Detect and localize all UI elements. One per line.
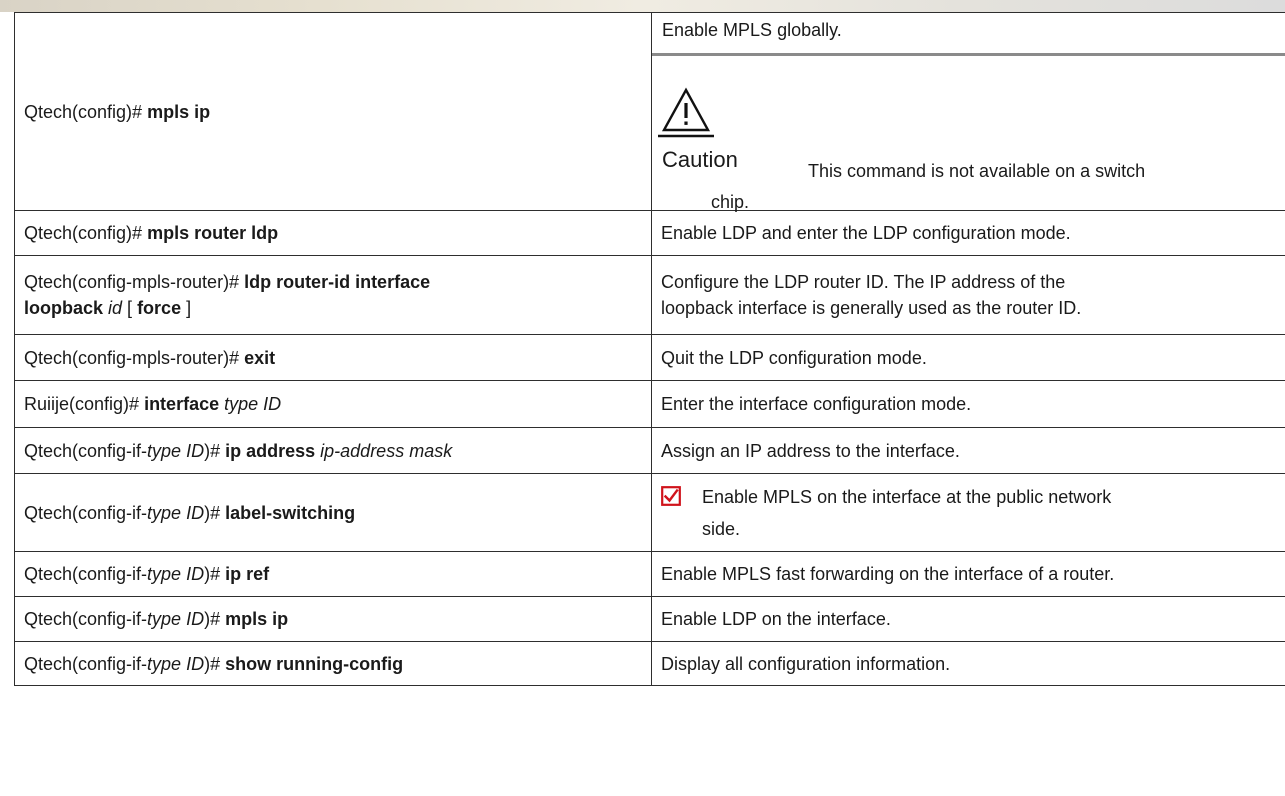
command-cell: Qtech(config-if-type ID)# mpls ip (14, 596, 652, 642)
command-prompt: Qtech(config-if- (24, 653, 148, 674)
caution-message-continued: chip. (711, 192, 750, 212)
command-keyword: interface (144, 394, 220, 414)
table-row: Qtech(config-if-type ID)# show running-c… (14, 641, 1285, 686)
description-cell: Enable LDP on the interface. (651, 596, 1285, 642)
command-cell: Qtech(config-if-type ID)# ip ref (14, 551, 652, 597)
table-row: Qtech(config-if-type ID)# label-switchin… (14, 473, 1285, 552)
command-keyword: ip ref (225, 564, 270, 584)
command-prompt: )# (204, 653, 226, 674)
command-prompt: Qtech(config-if- (24, 440, 148, 461)
description-cell: Enter the interface configuration mode. (651, 380, 1285, 428)
description-cell: Quit the LDP configuration mode. (651, 334, 1285, 381)
command-cell: Qtech(config)# mpls ip (14, 12, 652, 211)
command-keyword: mpls ip (225, 609, 289, 629)
command-keyword: ldp router-id interface (244, 272, 431, 292)
note-cell: Enable MPLS on the interface at the publ… (651, 473, 1285, 552)
checkbox-checked-icon (661, 486, 681, 506)
table-row: Qtech(config)# mpls router ldp Enable LD… (14, 210, 1285, 256)
table-row: Ruiije(config)# interface type ID Enter … (14, 380, 1285, 428)
command-keyword: show running-config (225, 653, 404, 674)
command-cell: Qtech(config-if-type ID)# show running-c… (14, 641, 652, 686)
section-divider (652, 53, 1285, 56)
command-prompt: Qtech(config-if- (24, 609, 148, 629)
note-line: side. (702, 519, 741, 539)
table-row: Qtech(config-mpls-router)# exit Quit the… (14, 334, 1285, 381)
table-row: Qtech(config-mpls-router)# ldp router-id… (14, 255, 1285, 335)
command-prompt: Qtech(config-mpls-router)# (24, 347, 245, 368)
command-prompt: ] (181, 298, 192, 318)
command-argument: type ID (147, 440, 205, 461)
description-line: loopback interface is generally used as … (661, 298, 1082, 318)
description-cell: Configure the LDP router ID. The IP addr… (651, 255, 1285, 335)
note-line: Enable MPLS on the interface at the publ… (702, 487, 1112, 507)
description-cell: Enable MPLS globally. Caution This comma… (651, 12, 1285, 212)
page-header-band (0, 0, 1285, 12)
description-cell: Assign an IP address to the interface. (651, 427, 1285, 474)
command-argument: type ID (224, 394, 282, 414)
command-argument: type ID (147, 653, 205, 674)
command-keyword: mpls ip (147, 101, 211, 122)
command-argument: type ID (147, 564, 205, 584)
command-keyword: force (137, 298, 182, 318)
description-line: Configure the LDP router ID. The IP addr… (661, 272, 1066, 292)
command-cell: Qtech(config-mpls-router)# ldp router-id… (14, 255, 652, 335)
command-prompt: Qtech(config-if- (24, 564, 148, 584)
command-cell: Qtech(config-if-type ID)# label-switchin… (14, 473, 652, 552)
description-cell: Enable MPLS fast forwarding on the inter… (651, 551, 1285, 597)
description-cell: Display all configuration information. (651, 641, 1285, 686)
command-prompt: Qtech(config)# (24, 223, 148, 243)
command-prompt: Qtech(config-if- (24, 502, 148, 523)
command-prompt: )# (204, 502, 226, 523)
command-prompt: Qtech(config-mpls-router)# (24, 272, 245, 292)
command-keyword: mpls router ldp (147, 223, 279, 243)
command-cell: Qtech(config-mpls-router)# exit (14, 334, 652, 381)
command-prompt: Ruiije(config)# (24, 394, 145, 414)
command-argument: type ID (147, 502, 205, 523)
table-row: Qtech(config-if-type ID)# ip ref Enable … (14, 551, 1285, 597)
command-argument: ip-address mask (320, 440, 453, 461)
command-argument: type ID (147, 609, 205, 629)
command-cell: Qtech(config-if-type ID)# ip address ip-… (14, 427, 652, 474)
table-row: Qtech(config-if-type ID)# ip address ip-… (14, 427, 1285, 474)
command-cell: Qtech(config)# mpls router ldp (14, 210, 652, 256)
description-cell: Enable LDP and enter the LDP configurati… (651, 210, 1285, 256)
command-prompt: )# (204, 564, 226, 584)
command-argument: id (108, 298, 123, 318)
warning-icon (658, 87, 714, 138)
table-row: Qtech(config)# mpls ip Enable MPLS globa… (14, 12, 1285, 212)
command-keyword: loopback (24, 298, 104, 318)
table-row: Qtech(config-if-type ID)# mpls ip Enable… (14, 596, 1285, 642)
command-table: Qtech(config)# mpls ip Enable MPLS globa… (14, 12, 1285, 686)
command-cell: Ruiije(config)# interface type ID (14, 380, 652, 428)
caution-message: This command is not available on a switc… (808, 161, 1146, 181)
command-prompt: [ (122, 298, 138, 318)
command-keyword: exit (244, 347, 276, 368)
command-prompt: )# (204, 609, 226, 629)
command-prompt: )# (204, 440, 226, 461)
command-keyword: label-switching (225, 502, 356, 523)
command-prompt: Qtech(config)# (24, 101, 148, 122)
description-text: Enable MPLS globally. (662, 20, 842, 40)
command-keyword: ip address (225, 440, 316, 461)
caution-label: Caution (662, 147, 738, 172)
